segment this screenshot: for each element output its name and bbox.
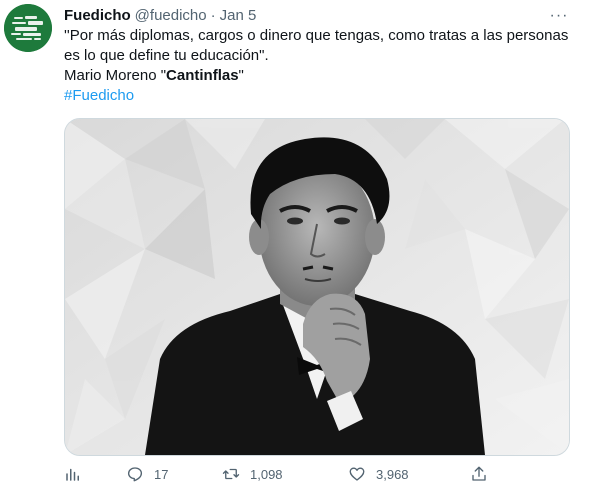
share-button[interactable] bbox=[470, 464, 488, 484]
like-button[interactable]: 3,968 bbox=[348, 464, 409, 484]
analytics-button[interactable] bbox=[64, 464, 82, 484]
attribution-prefix: Mario Moreno " bbox=[64, 67, 167, 84]
tweet-photo[interactable] bbox=[64, 118, 570, 456]
tweet-text: ''Por más diplomas, cargos o dinero que … bbox=[64, 26, 574, 106]
more-button[interactable]: ··· bbox=[548, 6, 570, 26]
reply-count: 17 bbox=[154, 466, 169, 482]
attribution-suffix: " bbox=[238, 67, 244, 84]
retweet-icon bbox=[222, 468, 240, 480]
heart-icon bbox=[349, 467, 365, 481]
share-icon bbox=[472, 466, 486, 481]
author-handle[interactable]: @fuedicho bbox=[135, 6, 207, 26]
tweet-actions: 17 1,098 3,968 bbox=[64, 464, 494, 484]
retweet-count: 1,098 bbox=[250, 466, 283, 482]
portrait-photo bbox=[65, 119, 569, 455]
header-separator: · bbox=[210, 7, 216, 24]
tweet-attribution: Mario Moreno "Cantinflas" bbox=[64, 66, 574, 86]
reply-button[interactable]: 17 bbox=[126, 464, 168, 484]
author-name[interactable]: Fuedicho bbox=[64, 6, 131, 26]
attribution-bold: Cantinflas bbox=[166, 67, 239, 84]
tweet-header: Fuedicho @fuedicho · Jan 5 bbox=[64, 6, 256, 26]
tweet-text-line-2: es lo que define tu educación". bbox=[64, 47, 269, 64]
avatar[interactable] bbox=[4, 4, 52, 52]
hashtag-link[interactable]: #Fuedicho bbox=[64, 87, 134, 104]
more-icon: ··· bbox=[549, 7, 569, 24]
tweet-text-line-1: ''Por más diplomas, cargos o dinero que … bbox=[64, 27, 569, 44]
tweet[interactable]: Fuedicho @fuedicho · Jan 5 ··· ''Por más… bbox=[0, 0, 590, 488]
avatar-logo-icon bbox=[4, 4, 52, 52]
tweet-date[interactable]: Jan 5 bbox=[220, 6, 257, 26]
analytics-icon bbox=[66, 468, 79, 481]
like-count: 3,968 bbox=[376, 466, 409, 482]
retweet-button[interactable]: 1,098 bbox=[222, 464, 283, 484]
reply-icon bbox=[127, 467, 143, 482]
